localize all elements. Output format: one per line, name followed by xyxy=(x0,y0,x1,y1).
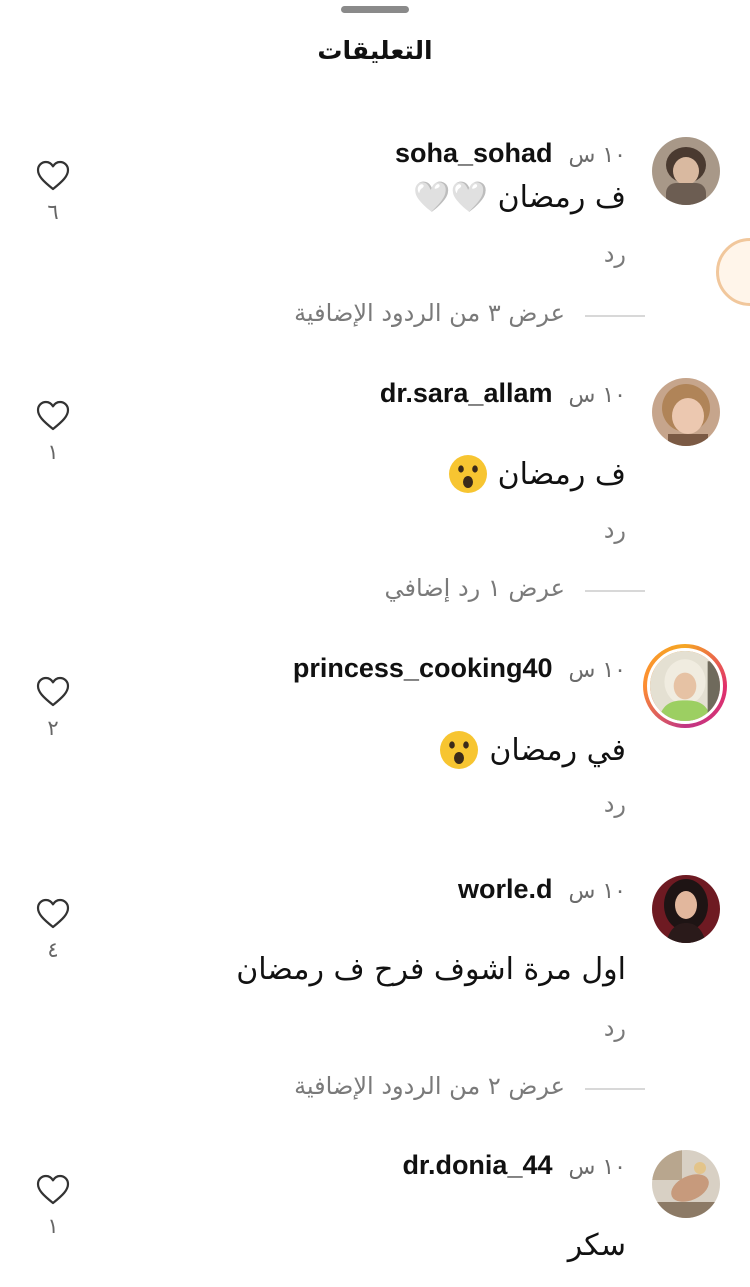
like-count: ١ xyxy=(47,440,59,464)
like-button[interactable]: ٦ xyxy=(36,160,70,224)
like-button[interactable]: ٢ xyxy=(36,676,70,740)
like-button[interactable]: ١ xyxy=(36,1174,70,1238)
comment-time: ١٠ س xyxy=(568,383,627,408)
reply-button[interactable]: رد xyxy=(604,1014,626,1042)
hand-avatar-image xyxy=(652,1150,720,1218)
comment-text: في رمضان xyxy=(439,730,626,770)
divider-line xyxy=(585,590,645,592)
drag-handle[interactable] xyxy=(341,6,409,13)
sheet-title: التعليقات xyxy=(317,36,433,65)
divider-line xyxy=(585,315,645,317)
heart-icon xyxy=(36,160,70,191)
astonished-face-emoji xyxy=(448,455,487,493)
view-replies-label[interactable]: عرض ٢ من الردود الإضافية xyxy=(294,1072,565,1100)
heart-icon xyxy=(36,898,70,929)
comment-username[interactable]: dr.donia_44 xyxy=(402,1150,552,1181)
view-replies-label[interactable]: عرض ٣ من الردود الإضافية xyxy=(294,299,565,327)
comment-time: ١٠ س xyxy=(568,658,627,683)
comment-username[interactable]: dr.sara_allam xyxy=(380,378,553,409)
comment-time: ١٠ س xyxy=(568,879,627,904)
reply-button[interactable]: رد xyxy=(604,790,626,818)
avatar[interactable] xyxy=(652,875,720,943)
reply-button[interactable]: رد xyxy=(604,240,626,268)
like-count: ٢ xyxy=(47,716,59,740)
comment-text: سكر xyxy=(567,1228,626,1263)
comment-text: اول مرة اشوف فرح ف رمضان xyxy=(236,952,626,987)
avatar[interactable] xyxy=(652,137,720,205)
child-avatar-image xyxy=(652,137,720,205)
dark-hair-woman-avatar-image xyxy=(652,875,720,943)
comment-username[interactable]: princess_cooking40 xyxy=(293,653,553,684)
comment-text: ف رمضان xyxy=(448,454,626,494)
like-count: ١ xyxy=(47,1214,59,1238)
view-more-replies[interactable]: عرض ١ رد إضافي xyxy=(0,570,750,610)
comment-username[interactable]: worle.d xyxy=(458,874,553,905)
comment-time: ١٠ س xyxy=(568,143,627,168)
heart-icon xyxy=(36,1174,70,1205)
heart-icon xyxy=(36,676,70,707)
reply-button[interactable]: رد xyxy=(604,516,626,544)
avatar-story-ring[interactable] xyxy=(643,644,727,728)
like-count: ٤ xyxy=(47,938,59,962)
divider-line xyxy=(585,1088,645,1090)
avatar[interactable] xyxy=(652,378,720,446)
view-more-replies[interactable]: عرض ٢ من الردود الإضافية xyxy=(0,1068,750,1108)
hijab-woman-avatar-image xyxy=(650,651,720,721)
avatar[interactable] xyxy=(652,1150,720,1218)
view-more-replies[interactable]: عرض ٣ من الردود الإضافية xyxy=(0,295,750,335)
woman-avatar-image xyxy=(652,378,720,446)
heart-icon xyxy=(36,400,70,431)
astonished-face-emoji xyxy=(440,731,479,769)
comment-username[interactable]: soha_sohad xyxy=(395,138,553,169)
like-count: ٦ xyxy=(47,200,59,224)
comment-text: ف رمضان 🤍🤍 xyxy=(413,180,626,215)
like-button[interactable]: ٤ xyxy=(36,898,70,962)
like-button[interactable]: ١ xyxy=(36,400,70,464)
comment-time: ١٠ س xyxy=(568,1155,627,1180)
view-replies-label[interactable]: عرض ١ رد إضافي xyxy=(385,574,565,602)
